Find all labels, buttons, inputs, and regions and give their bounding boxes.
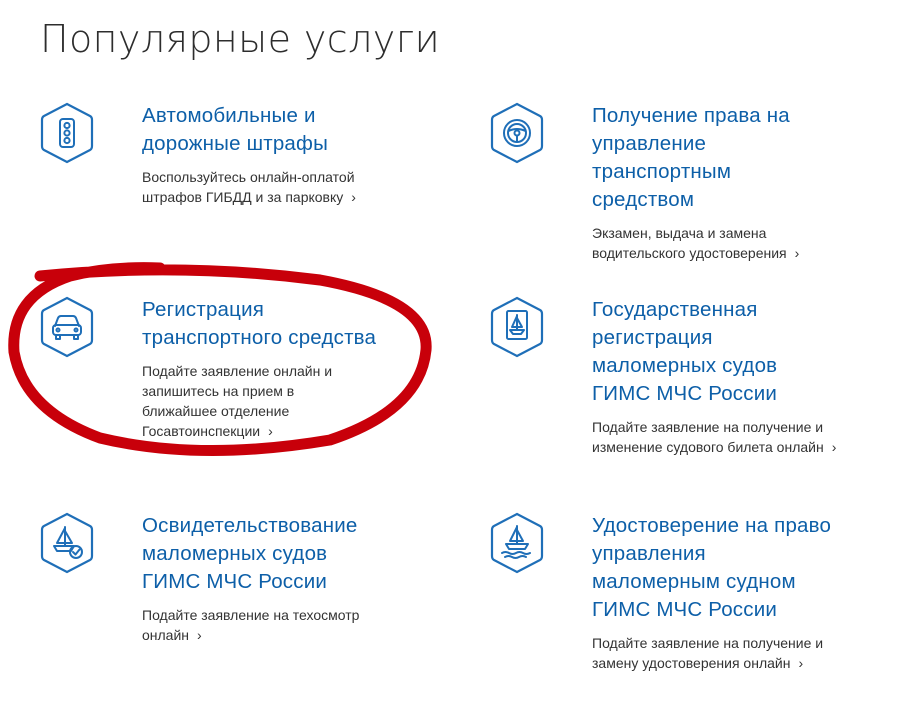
boat-waves-icon	[490, 512, 544, 574]
service-description: Подайте заявление на техосмотр онлайн ›	[142, 607, 360, 645]
service-title-link[interactable]: Получение права на управление транспортн…	[592, 102, 807, 214]
service-description: Подайте заявление онлайн и запишитесь на…	[142, 363, 333, 441]
traffic-light-icon	[40, 102, 94, 164]
service-title-link[interactable]: Автомобильные и дорожные штрафы	[142, 102, 352, 158]
service-description: Воспользуйтесь онлайн-оплатой штрафов ГИ…	[142, 169, 356, 207]
service-title-link[interactable]: Удостоверение на право управления маломе…	[592, 512, 832, 624]
chevron-right-icon[interactable]: ›	[351, 187, 356, 207]
chevron-right-icon[interactable]: ›	[795, 243, 800, 263]
service-description: Экзамен, выдача и замена водительского у…	[592, 225, 800, 263]
boat-check-icon	[40, 512, 94, 574]
service-title-link[interactable]: Освидетельствование маломерных судов ГИМ…	[142, 512, 382, 596]
service-description: Подайте заявление на получение и замену …	[592, 635, 824, 673]
chevron-right-icon[interactable]: ›	[798, 653, 803, 673]
chevron-right-icon[interactable]: ›	[832, 437, 837, 457]
service-title-link[interactable]: Государственная регистрация маломерных с…	[592, 296, 822, 408]
service-description: Подайте заявление на получение и изменен…	[592, 419, 837, 457]
page-title: Популярные услуги	[40, 17, 441, 61]
service-title-link[interactable]: Регистрация транспортного средства	[142, 296, 402, 352]
steering-wheel-icon	[490, 102, 544, 164]
car-icon	[40, 296, 94, 358]
boat-document-icon	[490, 296, 544, 358]
chevron-right-icon[interactable]: ›	[268, 421, 273, 441]
chevron-right-icon[interactable]: ›	[197, 625, 202, 645]
